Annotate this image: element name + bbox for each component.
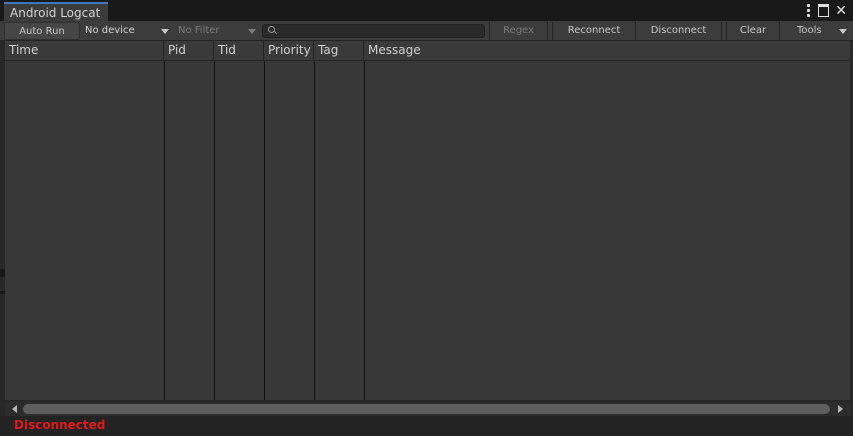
column-divider[interactable] [314, 61, 315, 400]
column-header-tag[interactable]: Tag [314, 41, 364, 60]
tools-dropdown-label: Tools [797, 25, 822, 36]
reconnect-button[interactable]: Reconnect [552, 22, 636, 40]
log-list[interactable] [5, 61, 850, 400]
column-header-tid[interactable]: Tid [214, 41, 264, 60]
filter-dropdown-value: No Filter [178, 25, 220, 36]
tools-dropdown[interactable]: Tools [780, 22, 853, 40]
maximize-icon[interactable] [818, 4, 830, 17]
column-divider[interactable] [214, 61, 215, 400]
column-divider[interactable] [364, 61, 365, 400]
column-header-priority[interactable]: Priority [264, 41, 314, 60]
disconnect-button[interactable]: Disconnect [636, 22, 722, 40]
column-header-time[interactable]: Time [5, 41, 164, 60]
auto-run-button[interactable]: Auto Run [4, 22, 80, 40]
connection-status: Disconnected [14, 418, 106, 432]
window-titlebar: Android Logcat ✕ [0, 0, 853, 21]
clear-button[interactable]: Clear [726, 22, 780, 40]
toolbar: Auto Run No device No Filter Regex Recon… [0, 21, 853, 41]
device-dropdown-value: No device [85, 25, 135, 36]
chevron-down-icon [161, 29, 169, 34]
filter-dropdown[interactable]: No Filter [174, 22, 258, 40]
search-input[interactable] [262, 24, 485, 38]
column-divider[interactable] [164, 61, 165, 400]
tab-android-logcat[interactable]: Android Logcat [4, 2, 108, 21]
log-table-header: Time Pid Tid Priority Tag Message [5, 41, 850, 61]
window-controls: ✕ [804, 3, 847, 18]
horizontal-scrollbar[interactable] [5, 402, 850, 416]
search-icon [268, 26, 275, 33]
chevron-down-icon [839, 29, 847, 34]
chevron-down-icon [248, 29, 256, 34]
column-divider[interactable] [264, 61, 265, 400]
column-header-message[interactable]: Message [364, 41, 850, 60]
close-icon[interactable]: ✕ [835, 4, 847, 18]
scrollbar-thumb[interactable] [23, 404, 830, 414]
menu-dots-icon[interactable] [804, 3, 812, 18]
column-header-pid[interactable]: Pid [164, 41, 214, 60]
status-bar: Disconnected [0, 416, 853, 436]
scroll-right-icon[interactable] [838, 405, 843, 413]
device-dropdown[interactable]: No device [82, 22, 171, 40]
regex-toggle[interactable]: Regex [489, 22, 548, 40]
scroll-left-icon[interactable] [12, 405, 17, 413]
